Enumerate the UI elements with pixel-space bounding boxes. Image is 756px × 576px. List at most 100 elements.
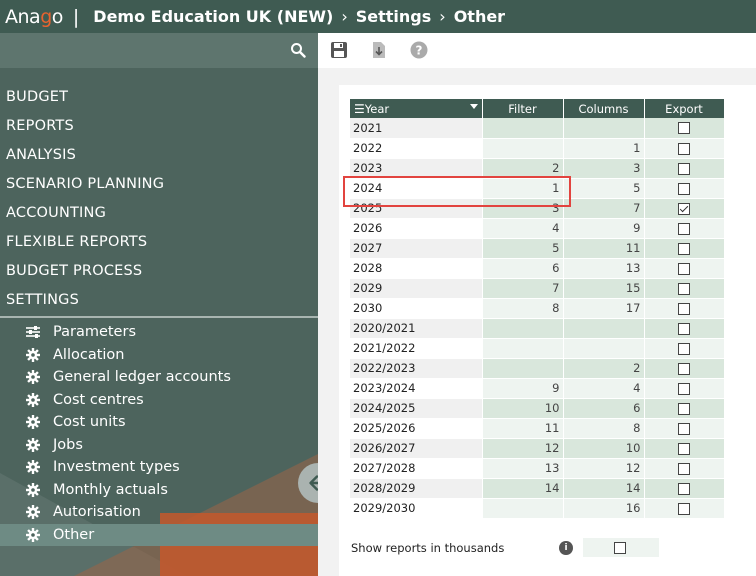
- export-checkbox[interactable]: [678, 342, 690, 355]
- export-checkbox[interactable]: [678, 402, 690, 415]
- columns-cell[interactable]: 16: [563, 498, 645, 519]
- logo-text-part1: Ana: [5, 5, 41, 28]
- columns-cell[interactable]: 8: [563, 418, 645, 439]
- columns-cell[interactable]: 3: [563, 158, 645, 179]
- logo-text-part3: o: [51, 5, 64, 28]
- filter-cell[interactable]: 9: [482, 378, 564, 399]
- columns-cell[interactable]: 9: [563, 218, 645, 239]
- columns-cell[interactable]: 15: [563, 278, 645, 299]
- export-checkbox[interactable]: [678, 262, 690, 275]
- subnav-other[interactable]: Other: [0, 523, 318, 546]
- subnav-cost-centres[interactable]: Cost centres: [0, 389, 318, 412]
- columns-cell[interactable]: 10: [563, 438, 645, 459]
- filter-cell[interactable]: [482, 338, 564, 359]
- columns-cell[interactable]: 5: [563, 178, 645, 199]
- save-icon[interactable]: [330, 41, 348, 59]
- show-thousands-checkbox[interactable]: [613, 541, 626, 554]
- export-checkbox[interactable]: [678, 162, 690, 175]
- nav-scenario-planning[interactable]: SCENARIO PLANNING: [0, 170, 318, 199]
- export-checkbox[interactable]: [678, 382, 690, 395]
- subnav-jobs[interactable]: Jobs: [0, 434, 318, 457]
- settings-subnav: Parameters Allocation General ledger acc…: [0, 321, 318, 546]
- filter-cell[interactable]: 2: [482, 158, 564, 179]
- filter-cell[interactable]: 6: [482, 258, 564, 279]
- nav-analysis[interactable]: ANALYSIS: [0, 141, 318, 170]
- toolbar: ?: [318, 33, 756, 68]
- nav-budget-process[interactable]: BUDGET PROCESS: [0, 257, 318, 286]
- columns-cell[interactable]: [563, 338, 645, 359]
- subnav-general-ledger-accounts[interactable]: General ledger accounts: [0, 366, 318, 389]
- filter-cell[interactable]: 13: [482, 458, 564, 479]
- info-icon[interactable]: i: [559, 540, 573, 555]
- search-icon[interactable]: [290, 42, 306, 58]
- columns-cell[interactable]: [563, 118, 645, 139]
- table-row: 2027/2028 13 12: [350, 458, 725, 479]
- columns-cell[interactable]: 1: [563, 138, 645, 159]
- export-cell: [644, 118, 725, 139]
- gear-icon: [25, 527, 41, 543]
- columns-cell[interactable]: 12: [563, 458, 645, 479]
- filter-cell[interactable]: 7: [482, 278, 564, 299]
- columns-cell[interactable]: 4: [563, 378, 645, 399]
- filter-cell[interactable]: 5: [482, 238, 564, 259]
- export-checkbox[interactable]: [678, 182, 690, 195]
- columns-cell[interactable]: 13: [563, 258, 645, 279]
- subnav-cost-units[interactable]: Cost units: [0, 411, 318, 434]
- breadcrumb-settings[interactable]: Settings: [356, 7, 432, 26]
- columns-cell[interactable]: [563, 318, 645, 339]
- filter-cell[interactable]: [482, 498, 564, 519]
- filter-cell[interactable]: 4: [482, 218, 564, 239]
- subnav-monthly-actuals[interactable]: Monthly actuals: [0, 479, 318, 502]
- filter-cell[interactable]: [482, 358, 564, 379]
- columns-cell[interactable]: 6: [563, 398, 645, 419]
- export-checkbox[interactable]: [678, 122, 690, 135]
- export-checkbox[interactable]: [678, 442, 690, 455]
- export-checkbox[interactable]: [678, 222, 690, 235]
- menu-icon[interactable]: ☰: [354, 102, 365, 116]
- subnav-autorisation[interactable]: Autorisation: [0, 501, 318, 524]
- columns-cell[interactable]: 17: [563, 298, 645, 319]
- export-checkbox[interactable]: [678, 362, 690, 375]
- export-checkbox[interactable]: [678, 502, 690, 515]
- help-icon[interactable]: ?: [410, 41, 428, 59]
- filter-cell[interactable]: [482, 138, 564, 159]
- export-checkbox[interactable]: [678, 422, 690, 435]
- subnav-investment-types[interactable]: Investment types: [0, 456, 318, 479]
- export-checkbox[interactable]: [678, 282, 690, 295]
- nav-settings[interactable]: SETTINGS: [0, 286, 318, 315]
- filter-cell[interactable]: [482, 318, 564, 339]
- filter-cell[interactable]: 8: [482, 298, 564, 319]
- main-nav: BUDGET REPORTS ANALYSIS SCENARIO PLANNIN…: [0, 83, 318, 315]
- filter-cell[interactable]: 11: [482, 418, 564, 439]
- columns-cell[interactable]: 2: [563, 358, 645, 379]
- subnav-allocation[interactable]: Allocation: [0, 344, 318, 367]
- dropdown-arrow-icon[interactable]: [469, 104, 478, 109]
- export-checkbox[interactable]: [678, 302, 690, 315]
- columns-cell[interactable]: 11: [563, 238, 645, 259]
- nav-reports[interactable]: REPORTS: [0, 112, 318, 141]
- sidebar-search-bar[interactable]: [0, 33, 318, 68]
- export-cell: [644, 278, 725, 299]
- export-checkbox[interactable]: [678, 242, 690, 255]
- columns-cell[interactable]: 7: [563, 198, 645, 219]
- nav-flexible-reports[interactable]: FLEXIBLE REPORTS: [0, 228, 318, 257]
- year-cell: 2028/2029: [350, 478, 483, 499]
- nav-accounting[interactable]: ACCOUNTING: [0, 199, 318, 228]
- filter-cell[interactable]: 10: [482, 398, 564, 419]
- column-header-year[interactable]: ☰Year: [350, 99, 483, 118]
- subnav-parameters[interactable]: Parameters: [0, 321, 318, 344]
- filter-cell[interactable]: [482, 118, 564, 139]
- anago-logo[interactable]: Anago: [5, 6, 63, 28]
- download-icon[interactable]: [370, 41, 388, 59]
- filter-cell[interactable]: 14: [482, 478, 564, 499]
- export-checkbox[interactable]: [678, 482, 690, 495]
- nav-budget[interactable]: BUDGET: [0, 83, 318, 112]
- columns-cell[interactable]: 14: [563, 478, 645, 499]
- export-checkbox[interactable]: [678, 322, 690, 335]
- export-checkbox[interactable]: [678, 202, 690, 215]
- export-checkbox[interactable]: [678, 142, 690, 155]
- filter-cell[interactable]: 12: [482, 438, 564, 459]
- gear-icon: [25, 459, 41, 475]
- breadcrumb-company[interactable]: Demo Education UK (NEW): [93, 7, 333, 26]
- export-checkbox[interactable]: [678, 462, 690, 475]
